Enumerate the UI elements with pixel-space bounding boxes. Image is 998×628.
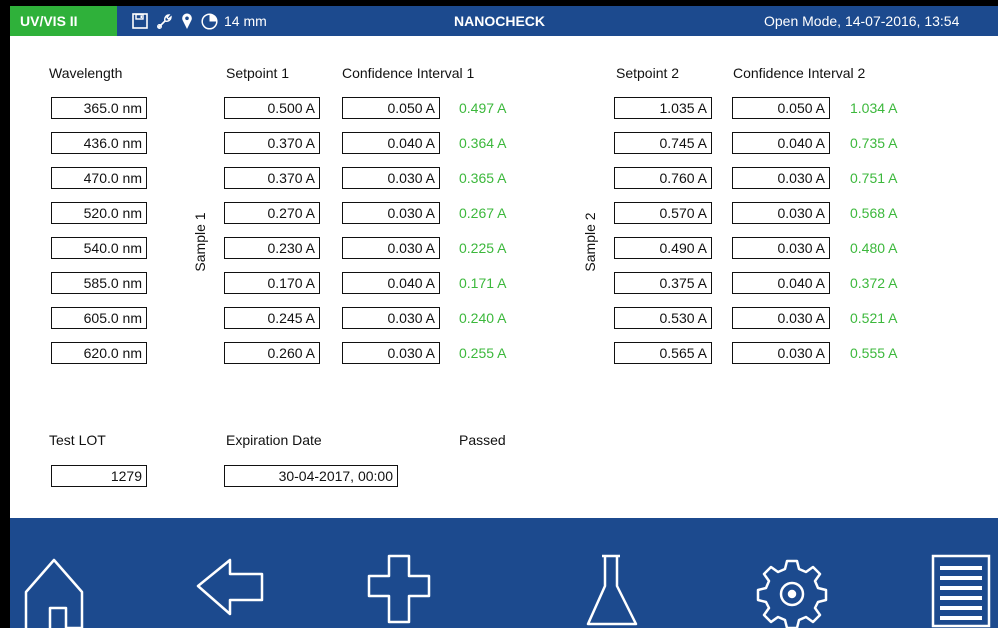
header-setpoint-2: Setpoint 2 — [616, 65, 680, 81]
setpoint-2-field[interactable]: 1.035 A — [614, 97, 712, 119]
wavelength-field[interactable]: 520.0 nm — [51, 202, 147, 224]
sample-2-result: 0.735 A — [850, 135, 898, 151]
mode-badge[interactable]: UV/VIS II — [10, 6, 117, 36]
setpoint-2-field[interactable]: 0.745 A — [614, 132, 712, 154]
setpoint-2-field[interactable]: 0.375 A — [614, 272, 712, 294]
ci-1-field[interactable]: 0.050 A — [342, 97, 440, 119]
measure-button[interactable] — [582, 518, 642, 628]
setpoint-2-field[interactable]: 0.490 A — [614, 237, 712, 259]
sample-1-label: Sample 1 — [192, 212, 208, 272]
sample-2-result: 0.521 A — [850, 310, 898, 326]
passed-label: Passed — [459, 432, 506, 448]
mode-datetime: Open Mode, 14-07-2016, 13:54 — [764, 13, 960, 29]
ci-1-field[interactable]: 0.030 A — [342, 237, 440, 259]
sample-1-result: 0.171 A — [459, 275, 507, 291]
wavelength-field[interactable]: 605.0 nm — [51, 307, 147, 329]
wavelength-field[interactable]: 540.0 nm — [51, 237, 147, 259]
header-confidence-interval-1: Confidence Interval 1 — [342, 65, 475, 81]
sample-2-result: 0.372 A — [850, 275, 898, 291]
wavelength-field[interactable]: 365.0 nm — [51, 97, 147, 119]
app-title: NANOCHECK — [454, 13, 545, 29]
setpoint-1-field[interactable]: 0.370 A — [224, 132, 320, 154]
add-button[interactable] — [365, 518, 435, 628]
setpoint-2-field[interactable]: 0.760 A — [614, 167, 712, 189]
wavelength-field[interactable]: 470.0 nm — [51, 167, 147, 189]
ci-1-field[interactable]: 0.040 A — [342, 132, 440, 154]
status-icons: 14 mm — [132, 12, 267, 30]
depth-value: 14 mm — [224, 13, 267, 29]
bottom-navigation — [10, 518, 998, 628]
setpoint-1-field[interactable]: 0.370 A — [224, 167, 320, 189]
ci-2-field[interactable]: 0.030 A — [732, 167, 830, 189]
sample-2-result: 0.555 A — [850, 345, 898, 361]
home-button[interactable] — [20, 518, 90, 628]
ci-1-field[interactable]: 0.030 A — [342, 342, 440, 364]
expiration-date-field[interactable]: 30-04-2017, 00:00 — [224, 465, 398, 487]
ci-1-field[interactable]: 0.040 A — [342, 272, 440, 294]
sample-1-result: 0.255 A — [459, 345, 507, 361]
menu-button[interactable] — [928, 518, 998, 628]
ci-2-field[interactable]: 0.040 A — [732, 272, 830, 294]
header-setpoint-1: Setpoint 1 — [226, 65, 290, 81]
sample-2-result: 1.034 A — [850, 100, 898, 116]
ci-2-field[interactable]: 0.030 A — [732, 202, 830, 224]
wavelength-field[interactable]: 620.0 nm — [51, 342, 147, 364]
ci-1-field[interactable]: 0.030 A — [342, 167, 440, 189]
sample-1-result: 0.267 A — [459, 205, 507, 221]
setpoint-2-field[interactable]: 0.530 A — [614, 307, 712, 329]
location-pin-icon — [181, 13, 193, 30]
top-status-bar: UV/VIS II 14 mm NANOCHECK Open Mode, 14-… — [10, 6, 998, 36]
sample-1-result: 0.225 A — [459, 240, 507, 256]
wrench-icon — [156, 13, 173, 30]
home-icon — [20, 518, 90, 628]
ci-1-field[interactable]: 0.030 A — [342, 307, 440, 329]
setpoint-1-field[interactable]: 0.170 A — [224, 272, 320, 294]
sample-1-result: 0.365 A — [459, 170, 507, 186]
wavelength-field[interactable]: 436.0 nm — [51, 132, 147, 154]
flask-icon — [582, 518, 642, 628]
wavelength-field[interactable]: 585.0 nm — [51, 272, 147, 294]
ci-2-field[interactable]: 0.030 A — [732, 307, 830, 329]
save-icon — [132, 13, 148, 29]
sample-1-result: 0.240 A — [459, 310, 507, 326]
sample-2-result: 0.480 A — [850, 240, 898, 256]
setpoint-1-field[interactable]: 0.260 A — [224, 342, 320, 364]
ci-2-field[interactable]: 0.030 A — [732, 342, 830, 364]
plus-icon — [365, 518, 435, 628]
ci-1-field[interactable]: 0.030 A — [342, 202, 440, 224]
sample-2-result: 0.751 A — [850, 170, 898, 186]
settings-button[interactable] — [752, 518, 832, 628]
sample-1-result: 0.364 A — [459, 135, 507, 151]
pie-clock-icon — [201, 12, 218, 30]
setpoint-1-field[interactable]: 0.270 A — [224, 202, 320, 224]
sample-2-label: Sample 2 — [582, 212, 598, 272]
ci-2-field[interactable]: 0.050 A — [732, 97, 830, 119]
ci-2-field[interactable]: 0.030 A — [732, 237, 830, 259]
test-lot-field[interactable]: 1279 — [51, 465, 147, 487]
back-arrow-icon — [190, 518, 270, 628]
menu-list-icon — [928, 518, 998, 628]
sample-2-result: 0.568 A — [850, 205, 898, 221]
sample-1-result: 0.497 A — [459, 100, 507, 116]
header-confidence-interval-2: Confidence Interval 2 — [733, 65, 866, 81]
test-lot-label: Test LOT — [49, 432, 106, 448]
ci-2-field[interactable]: 0.040 A — [732, 132, 830, 154]
expiration-date-label: Expiration Date — [226, 432, 322, 448]
setpoint-2-field[interactable]: 0.570 A — [614, 202, 712, 224]
setpoint-2-field[interactable]: 0.565 A — [614, 342, 712, 364]
gear-icon — [752, 518, 832, 628]
setpoint-1-field[interactable]: 0.245 A — [224, 307, 320, 329]
setpoint-1-field[interactable]: 0.500 A — [224, 97, 320, 119]
back-button[interactable] — [190, 518, 270, 628]
header-wavelength: Wavelength — [49, 65, 123, 81]
nanocheck-screen: UV/VIS II 14 mm NANOCHECK Open Mode, 14-… — [10, 6, 998, 628]
setpoint-1-field[interactable]: 0.230 A — [224, 237, 320, 259]
